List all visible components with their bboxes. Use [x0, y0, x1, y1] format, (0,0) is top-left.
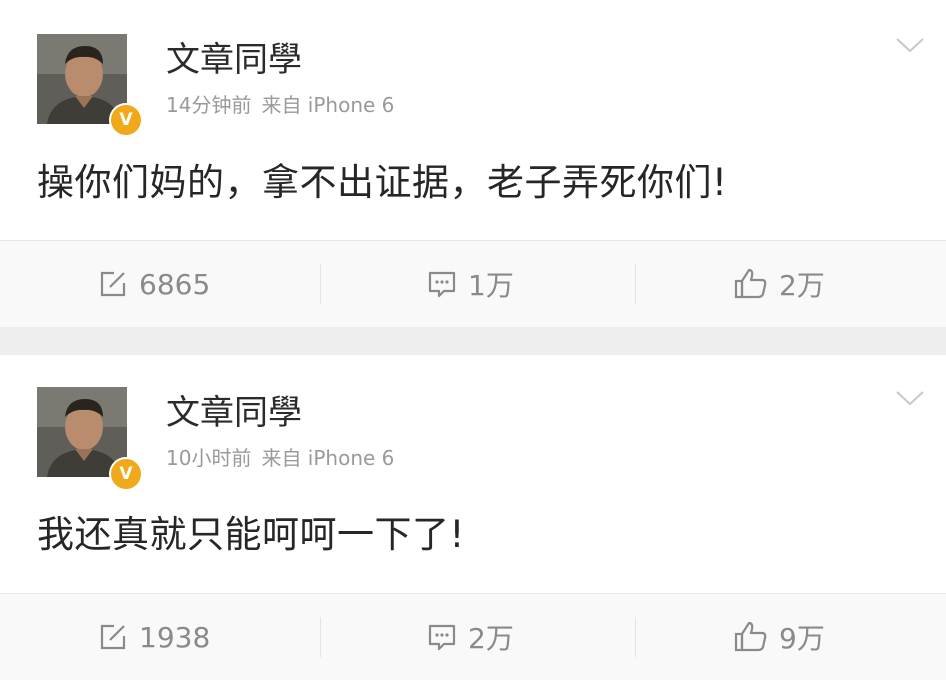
repost-icon: [100, 624, 126, 650]
username[interactable]: 文章同學: [166, 40, 302, 80]
divider: [320, 617, 321, 657]
divider: [320, 264, 321, 304]
post-content: 操你们妈的，拿不出证据，老子弄死你们!: [37, 161, 728, 204]
repost-count: 6865: [139, 267, 211, 301]
post-meta: 10小时前 来自 iPhone 6: [166, 445, 394, 471]
chevron-down-icon[interactable]: [895, 36, 925, 54]
verified-badge: V: [109, 103, 143, 137]
repost-button[interactable]: 6865: [97, 241, 210, 327]
like-button[interactable]: 2万: [733, 241, 825, 327]
divider: [635, 264, 636, 304]
comment-button[interactable]: 2万: [426, 594, 514, 680]
repost-count: 1938: [139, 620, 211, 654]
like-count: 9万: [779, 622, 825, 655]
like-icon: [734, 268, 767, 299]
post-time: 10小时前: [166, 446, 252, 470]
comment-button[interactable]: 1万: [426, 241, 514, 327]
chevron-down-icon[interactable]: [895, 389, 925, 407]
comment-count: 1万: [468, 269, 514, 302]
post-source: 来自 iPhone 6: [261, 93, 395, 117]
comment-icon: [428, 271, 456, 298]
weibo-post: V 文章同學 14分钟前 来自 iPhone 6 操你们妈的，拿不出证据，老子弄死…: [0, 0, 946, 327]
post-content: 我还真就只能呵呵一下了!: [37, 513, 465, 556]
post-time: 14分钟前: [166, 93, 252, 117]
action-bar: 1938 2万 9万: [0, 593, 946, 680]
like-count: 2万: [779, 269, 825, 302]
post-source: 来自 iPhone 6: [261, 446, 395, 470]
username[interactable]: 文章同學: [166, 393, 302, 433]
like-button[interactable]: 9万: [733, 594, 825, 680]
verified-badge: V: [109, 457, 143, 491]
comment-icon: [428, 624, 456, 651]
divider: [635, 617, 636, 657]
like-icon: [734, 621, 767, 652]
action-bar: 6865 1万 2万: [0, 240, 946, 327]
repost-button[interactable]: 1938: [97, 594, 210, 680]
comment-count: 2万: [468, 622, 514, 655]
repost-icon: [100, 271, 126, 297]
weibo-post: V 文章同學 10小时前 来自 iPhone 6 我还真就只能呵呵一下了! 193…: [0, 355, 946, 682]
post-meta: 14分钟前 来自 iPhone 6: [166, 92, 394, 118]
